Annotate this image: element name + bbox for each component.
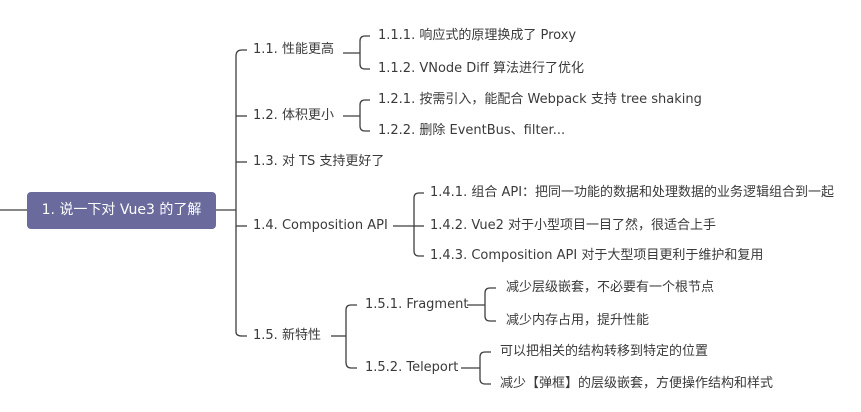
topic-1-5-2-a[interactable]: 可以把相关的结构转移到特定的位置 xyxy=(500,343,708,361)
root-topic[interactable]: 1. 说一下对 Vue3 的了解 xyxy=(27,192,216,229)
topic-1-5-1-a[interactable]: 减少层级嵌套，不必要有一个根节点 xyxy=(506,279,714,297)
topic-1-5-2[interactable]: 1.5.2. Teleport xyxy=(365,359,458,377)
topic-1-5[interactable]: 1.5. 新特性 xyxy=(253,327,321,345)
topic-1-2-1[interactable]: 1.2.1. 按需引入，能配合 Webpack 支持 tree shaking xyxy=(378,91,702,109)
topic-1-2-2[interactable]: 1.2.2. 删除 EventBus、filter... xyxy=(378,122,565,140)
topic-1-5-1-b[interactable]: 减少内存占用，提升性能 xyxy=(506,312,649,330)
topic-1-1-2[interactable]: 1.1.2. VNode Diff 算法进行了优化 xyxy=(378,60,584,78)
topic-1-4-2[interactable]: 1.4.2. Vue2 对于小型项目一目了然，很适合上手 xyxy=(430,217,716,235)
topic-1-4-3[interactable]: 1.4.3. Composition API 对于大型项目更利于维护和复用 xyxy=(430,247,763,265)
topic-1-1[interactable]: 1.1. 性能更高 xyxy=(253,41,334,59)
topic-1-3[interactable]: 1.3. 对 TS 支持更好了 xyxy=(253,153,384,171)
topic-1-4-1[interactable]: 1.4.1. 组合 API：把同一功能的数据和处理数据的业务逻辑组合到一起 xyxy=(430,184,834,202)
topic-1-4[interactable]: 1.4. Composition API xyxy=(253,217,388,235)
topic-1-5-1[interactable]: 1.5.1. Fragment xyxy=(365,296,468,314)
topic-1-5-2-b[interactable]: 减少【弹框】的层级嵌套，方便操作结构和样式 xyxy=(500,375,773,393)
topic-1-1-1[interactable]: 1.1.1. 响应式的原理换成了 Proxy xyxy=(378,27,576,45)
topic-1-2[interactable]: 1.2. 体积更小 xyxy=(253,107,334,125)
